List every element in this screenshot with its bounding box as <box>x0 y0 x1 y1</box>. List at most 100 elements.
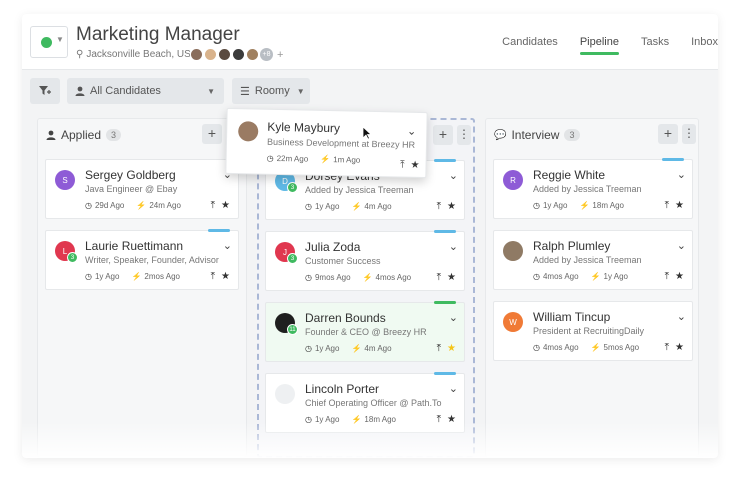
star-icon[interactable]: ★ <box>675 271 684 282</box>
filter-button[interactable] <box>30 78 60 104</box>
bolt-icon: ⚡ <box>590 272 601 281</box>
clock-icon: ◷ <box>305 273 312 282</box>
bolt-icon: ⚡ <box>351 344 362 353</box>
candidate-name: Sergey Goldberg <box>85 168 176 182</box>
user-icon <box>46 130 56 140</box>
tab-pipeline[interactable]: Pipeline <box>579 36 620 55</box>
user-icon <box>75 86 85 96</box>
chevron-down-icon: ▼ <box>207 86 215 96</box>
bolt-icon: ⚡ <box>579 201 590 210</box>
upload-icon[interactable]: ⤒ <box>665 271 669 282</box>
bolt-icon: ⚡ <box>136 201 147 210</box>
star-icon[interactable]: ★ <box>410 160 419 171</box>
bolt-icon: ⚡ <box>320 154 331 165</box>
candidate-name: Julia Zoda <box>305 240 361 254</box>
chevron-down-icon[interactable]: ⌄ <box>449 311 458 324</box>
app-window: ▼ Marketing Manager ⚲ Jacksonville Beach… <box>22 14 718 458</box>
add-candidate-button[interactable]: + <box>658 124 678 144</box>
upload-icon[interactable]: ⤒ <box>400 160 405 171</box>
chevron-down-icon[interactable]: ⌄ <box>449 240 458 253</box>
candidate-card[interactable]: J 3 Julia Zoda Customer Success ◷ 9mos Ag… <box>265 230 465 291</box>
upload-icon[interactable]: ⤒ <box>437 201 441 212</box>
stage-column-interview: 💬 Interview 3 + ⋮ R Reggie White Added b… <box>485 118 699 458</box>
upload-icon[interactable]: ⤒ <box>437 343 441 354</box>
star-icon[interactable]: ★ <box>221 271 230 282</box>
candidate-card[interactable]: Ralph Plumley Added by Jessica Treeman ◷… <box>493 230 693 290</box>
card-status-tab <box>434 230 456 233</box>
upload-icon[interactable]: ⤒ <box>665 342 669 353</box>
upload-icon[interactable]: ⤒ <box>437 272 441 283</box>
more-icon[interactable]: ⋮ <box>457 125 471 145</box>
chevron-down-icon[interactable]: ⌄ <box>407 125 416 138</box>
bottom-fade <box>22 422 718 458</box>
cursor-icon <box>362 126 372 140</box>
candidate-card[interactable]: W William Tincup President at Recruiting… <box>493 301 693 361</box>
avatar <box>232 48 245 61</box>
candidate-card[interactable]: S Sergey Goldberg Java Engineer @ Ebay ◷… <box>45 159 239 219</box>
team-more-count[interactable]: +8 <box>260 48 273 61</box>
card-status-tab <box>662 158 684 161</box>
candidate-card[interactable]: 11 Darren Bounds Founder & CEO @ Breezy … <box>265 301 465 362</box>
candidate-meta: ◷ 1y Ago ⚡ 4m Ago <box>305 344 392 353</box>
activity-time: 1m Ago <box>333 155 361 165</box>
activity-time: 18m Ago <box>592 201 624 210</box>
location-text: Jacksonville Beach, US <box>86 49 191 60</box>
star-icon[interactable]: ★ <box>447 343 456 354</box>
star-icon[interactable]: ★ <box>221 200 230 211</box>
column-header: Applied 3 + <box>38 119 246 151</box>
avatar <box>190 48 203 61</box>
star-icon[interactable]: ★ <box>447 272 456 283</box>
tab-inbox[interactable]: Inbox <box>691 36 718 48</box>
chevron-down-icon[interactable]: ⌄ <box>449 169 458 182</box>
upload-icon[interactable]: ⤒ <box>211 200 215 211</box>
add-candidate-button[interactable]: + <box>433 125 453 145</box>
upload-icon[interactable]: ⤒ <box>211 271 215 282</box>
candidate-name: Ralph Plumley <box>533 239 611 253</box>
candidate-name: Laurie Ruettimann <box>85 239 184 253</box>
more-icon[interactable]: ⋮ <box>682 124 696 144</box>
location-pin-icon: ⚲ <box>76 49 84 60</box>
dragging-candidate-card[interactable]: Kyle Maybury Business Development at Bre… <box>225 107 428 179</box>
candidates-filter-dropdown[interactable]: All Candidates ▼ <box>67 78 224 104</box>
star-icon[interactable]: ★ <box>675 200 684 211</box>
candidate-subtitle: Writer, Speaker, Founder, Advisor <box>85 255 219 265</box>
star-icon[interactable]: ★ <box>675 342 684 353</box>
activity-time: 4m Ago <box>364 202 392 211</box>
added-time: 1y Ago <box>314 202 340 211</box>
candidate-subtitle: Java Engineer @ Ebay <box>85 184 178 194</box>
candidate-card[interactable]: R Reggie White Added by Jessica Treeman … <box>493 158 693 219</box>
upload-icon[interactable]: ⤒ <box>665 200 669 211</box>
avatar-badge: 3 <box>67 252 78 263</box>
activity-time: 4m Ago <box>364 344 392 353</box>
clock-icon: ◷ <box>533 201 540 210</box>
chevron-down-icon[interactable]: ⌄ <box>677 168 686 181</box>
filter-icon <box>39 85 51 95</box>
candidate-subtitle: Chief Operating Officer @ Path.To <box>305 398 442 408</box>
chevron-down-icon[interactable]: ⌄ <box>223 239 232 252</box>
add-team-member-button[interactable]: + <box>277 49 283 61</box>
added-time: 9mos Ago <box>314 273 351 282</box>
candidate-card[interactable]: L 3 Laurie Ruettimann Writer, Speaker, F… <box>45 229 239 290</box>
added-time: 1y Ago <box>542 201 568 210</box>
tab-tasks[interactable]: Tasks <box>641 36 669 48</box>
team-members[interactable]: +8 + <box>190 48 283 61</box>
pipeline-toolbar: All Candidates ▼ ☰ Roomy ▼ <box>22 78 718 106</box>
column-title: Applied 3 <box>46 128 122 142</box>
candidate-name: Reggie White <box>533 168 606 182</box>
count-badge: 3 <box>564 129 580 141</box>
chevron-down-icon[interactable]: ⌄ <box>677 239 686 252</box>
avatar: R <box>503 170 523 190</box>
view-density-dropdown[interactable]: ☰ Roomy ▼ <box>232 78 310 104</box>
candidate-name: William Tincup <box>533 310 611 324</box>
card-status-tab <box>208 229 230 232</box>
tab-candidates[interactable]: Candidates <box>502 36 558 48</box>
avatar <box>218 48 231 61</box>
add-candidate-button[interactable]: + <box>202 124 222 144</box>
star-icon[interactable]: ★ <box>447 201 456 212</box>
candidate-subtitle: Added by Jessica Treeman <box>533 184 642 194</box>
clock-icon: ◷ <box>533 272 540 281</box>
job-status-toggle[interactable]: ▼ <box>30 26 68 58</box>
chevron-down-icon[interactable]: ⌄ <box>677 310 686 323</box>
card-actions: ⤒ ★ <box>211 200 230 211</box>
chevron-down-icon[interactable]: ⌄ <box>449 382 458 395</box>
